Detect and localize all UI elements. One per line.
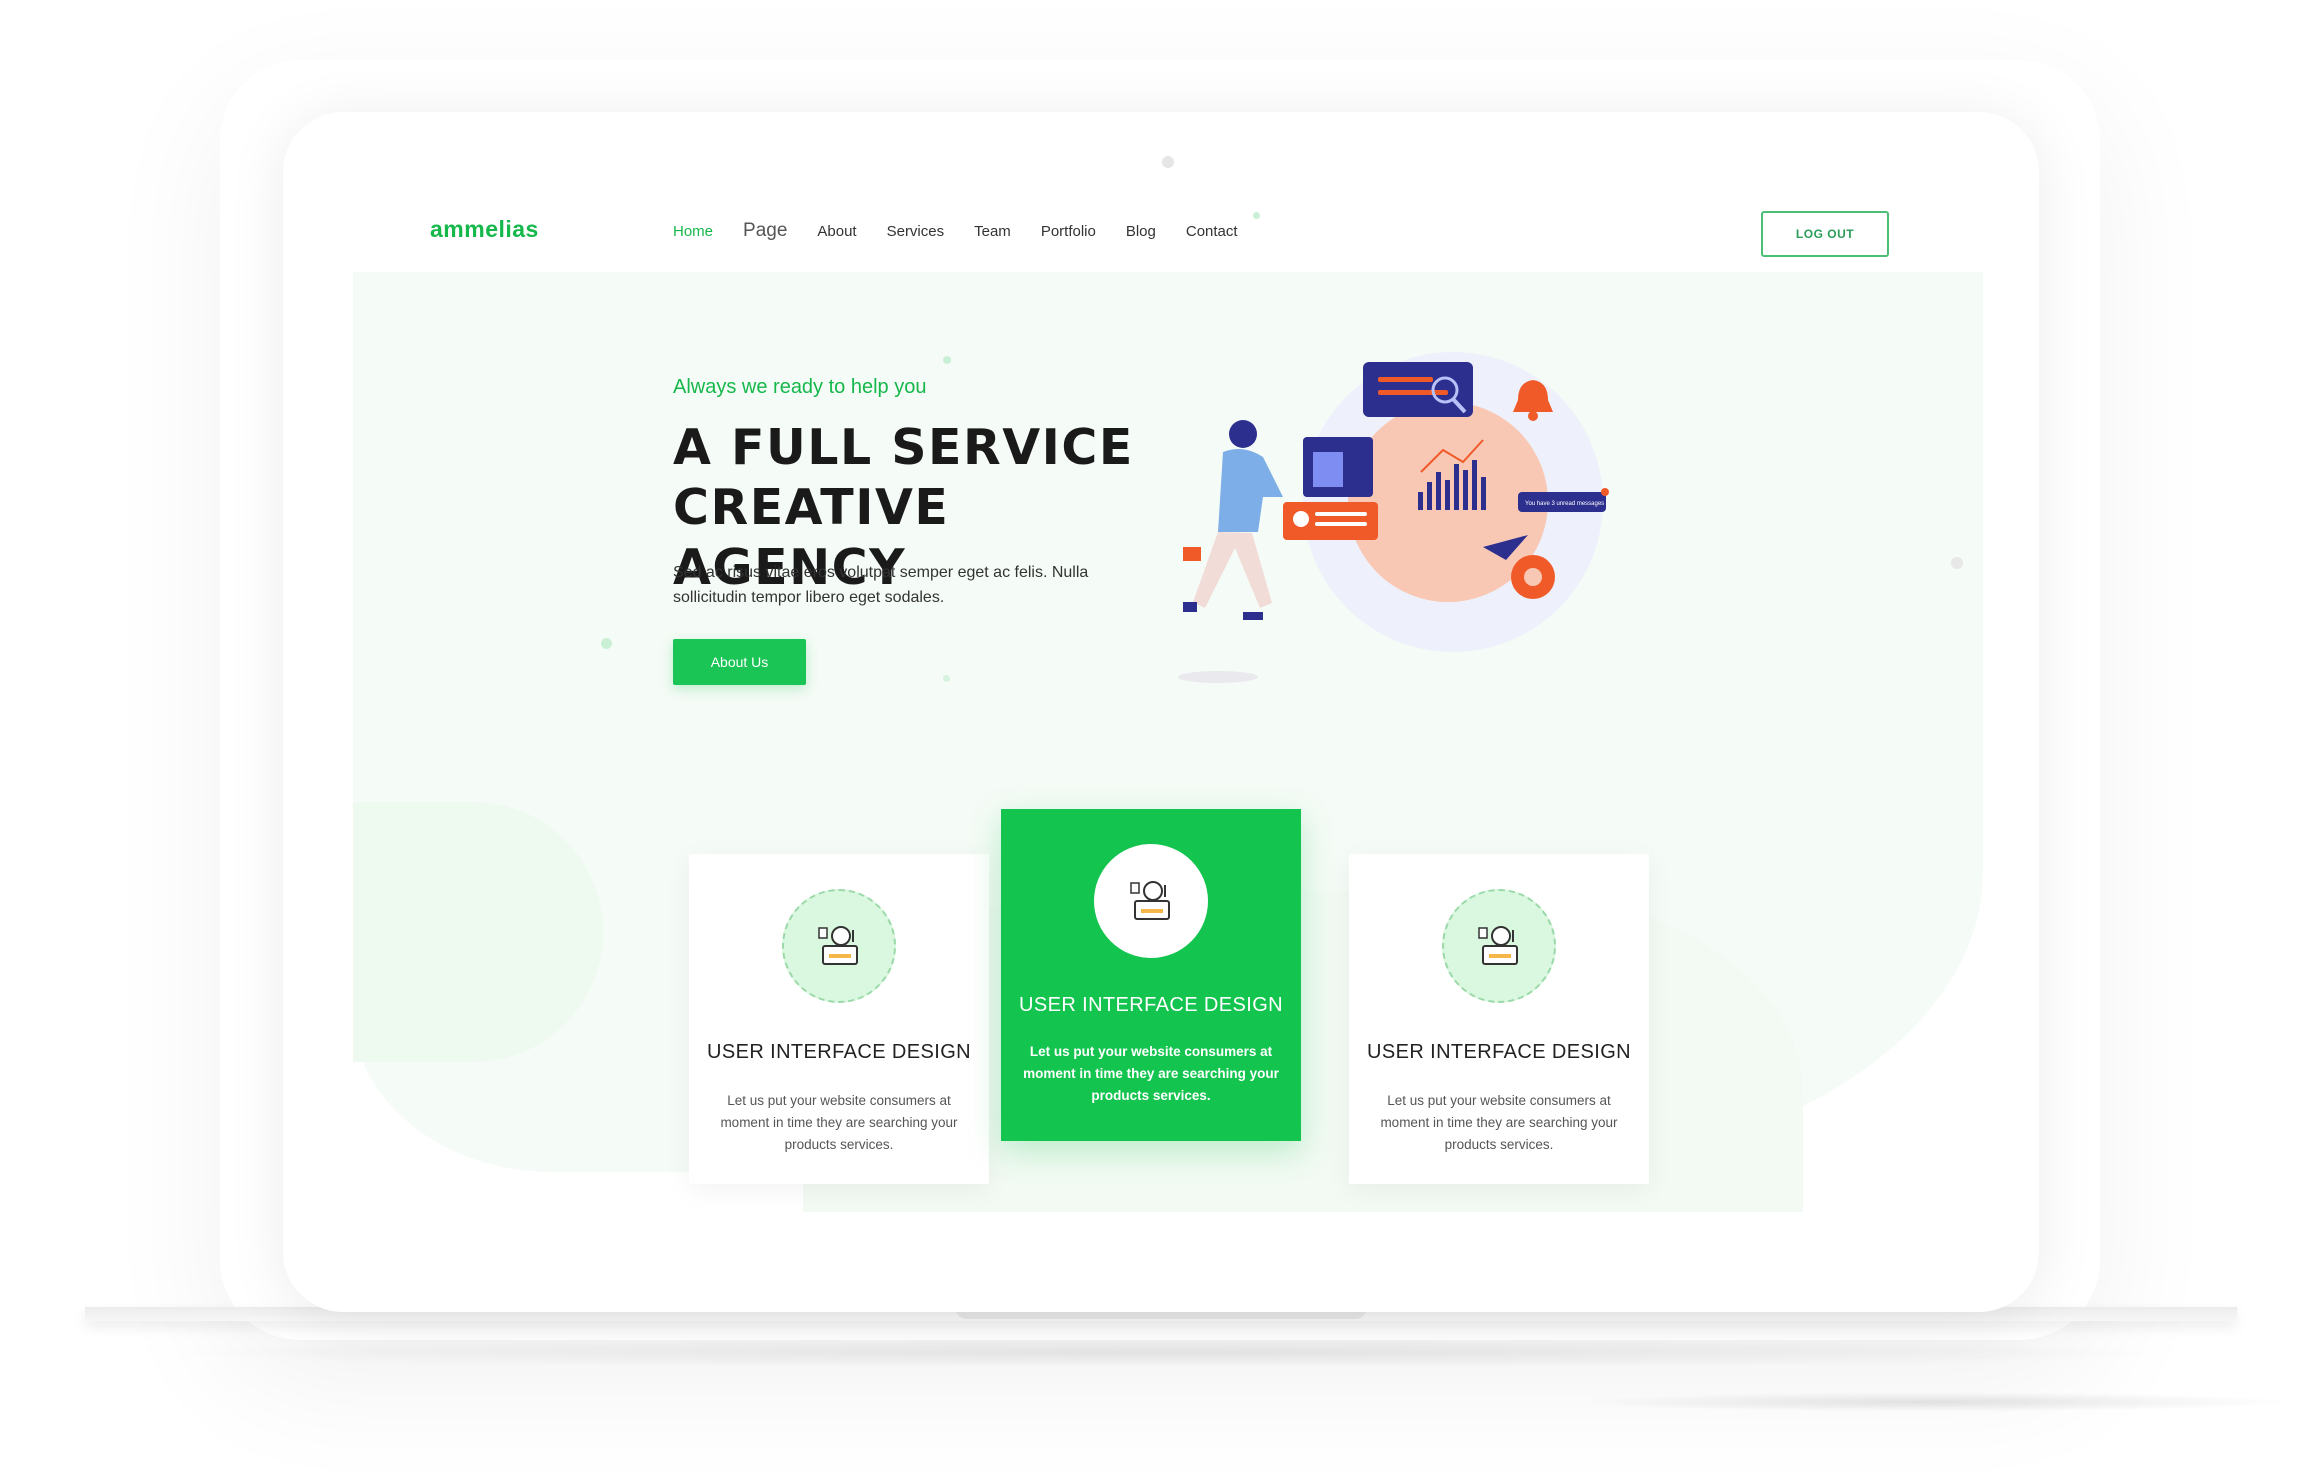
hero-title-line1: A FULL SERVICE xyxy=(673,419,1134,476)
brand-logo[interactable]: ammelias xyxy=(430,216,539,243)
decor-dot xyxy=(943,356,951,364)
floor-shadow-secondary xyxy=(1570,1392,2300,1412)
decor-dot xyxy=(601,638,612,649)
floor-shadow xyxy=(150,1338,2200,1368)
hero-description: Sed ac risus vitae eros volutpat semper … xyxy=(673,564,1089,606)
nav-item-home[interactable]: Home xyxy=(673,223,713,240)
design-tool-icon xyxy=(1130,881,1170,920)
nav-item-blog[interactable]: Blog xyxy=(1126,223,1156,240)
service-title: USER INTERFACE DESIGN xyxy=(1367,1041,1631,1063)
service-description: Let us put your website consumers at mom… xyxy=(1380,1093,1618,1152)
hero-tagline: Always we ready to help you xyxy=(673,376,927,398)
decor-dot xyxy=(943,675,950,682)
logout-button[interactable]: LOG OUT xyxy=(1761,211,1889,257)
about-us-button[interactable]: About Us xyxy=(673,639,806,685)
service-card[interactable]: USER INTERFACE DESIGN Let us put your we… xyxy=(1349,854,1649,1184)
nav-item-services[interactable]: Services xyxy=(887,223,945,240)
service-title: USER INTERFACE DESIGN xyxy=(707,1041,971,1063)
main-nav: Home Page About Services Team Portfolio … xyxy=(673,220,1268,242)
nav-item-page[interactable]: Page xyxy=(743,220,787,242)
service-icon-circle xyxy=(1442,889,1556,1003)
nav-item-portfolio[interactable]: Portfolio xyxy=(1041,223,1096,240)
service-icon-circle xyxy=(1094,844,1208,958)
hero-illustration: You have 3 unread messages xyxy=(1178,352,1609,683)
decor-dot xyxy=(1951,557,1963,569)
nav-item-team[interactable]: Team xyxy=(974,223,1011,240)
service-description: Let us put your website consumers at mom… xyxy=(1023,1044,1279,1103)
service-title: USER INTERFACE DESIGN xyxy=(1019,994,1283,1016)
service-description: Let us put your website consumers at mom… xyxy=(720,1093,958,1152)
notification-text: You have 3 unread messages xyxy=(1525,501,1604,507)
decor-dot xyxy=(1162,156,1174,168)
decor-dot xyxy=(1253,212,1260,219)
service-card-featured[interactable]: USER INTERFACE DESIGN Let us put your we… xyxy=(1001,809,1301,1141)
nav-item-contact[interactable]: Contact xyxy=(1186,223,1238,240)
nav-item-about[interactable]: About xyxy=(817,223,856,240)
design-tool-icon xyxy=(818,926,858,965)
design-tool-icon xyxy=(1478,926,1518,965)
service-card[interactable]: USER INTERFACE DESIGN Let us put your we… xyxy=(689,854,989,1184)
background-blob-left xyxy=(353,802,603,1062)
laptop-screen: ammelias Home Page About Services Team P… xyxy=(283,112,2039,1312)
service-icon-circle xyxy=(782,889,896,1003)
